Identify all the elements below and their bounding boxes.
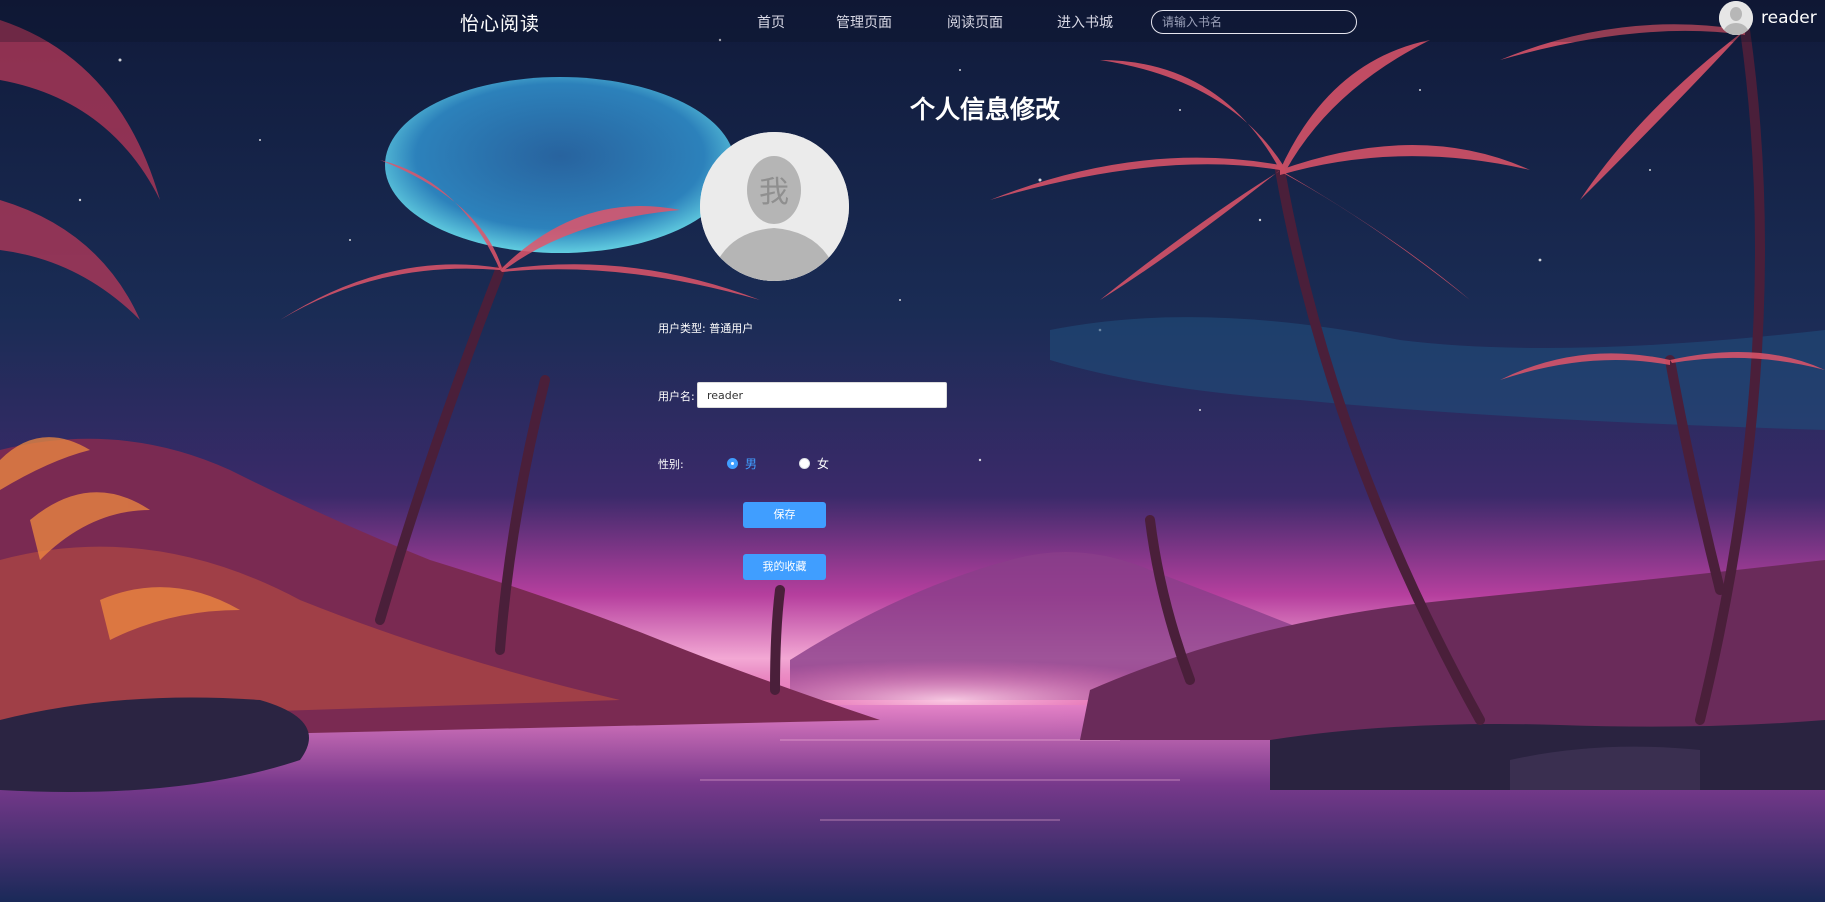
header-avatar[interactable] (1719, 1, 1753, 35)
gender-male-label: 男 (745, 456, 758, 471)
nav-item-reading[interactable]: 阅读页面 (947, 12, 1003, 32)
search-input[interactable] (1151, 10, 1357, 34)
background-scene (0, 0, 1825, 902)
radio-checked-icon (727, 457, 738, 469)
user-avatar-icon (1719, 1, 1753, 35)
nav-item-bookstore[interactable]: 进入书城 (1057, 12, 1113, 32)
gender-radio-female[interactable]: 女 (799, 456, 830, 471)
site-brand[interactable]: 怡心阅读 (460, 9, 540, 36)
favorites-button[interactable]: 我的收藏 (743, 554, 826, 580)
avatar-text: 我 (759, 175, 789, 210)
profile-avatar[interactable]: 我 (700, 132, 849, 281)
nav-item-home[interactable]: 首页 (757, 12, 785, 32)
radio-unchecked-icon (799, 457, 810, 469)
header-username[interactable]: reader (1761, 8, 1817, 28)
username-label: 用户名: (658, 390, 695, 403)
user-avatar-icon: 我 (700, 132, 849, 281)
gender-label: 性别: (658, 458, 684, 471)
gender-female-label: 女 (817, 456, 830, 471)
user-type-text: 用户类型: 普通用户 (658, 322, 754, 335)
save-button[interactable]: 保存 (743, 502, 826, 528)
gender-radio-male[interactable]: 男 (727, 456, 758, 471)
username-input[interactable] (697, 382, 947, 408)
nav-item-admin[interactable]: 管理页面 (836, 12, 892, 32)
